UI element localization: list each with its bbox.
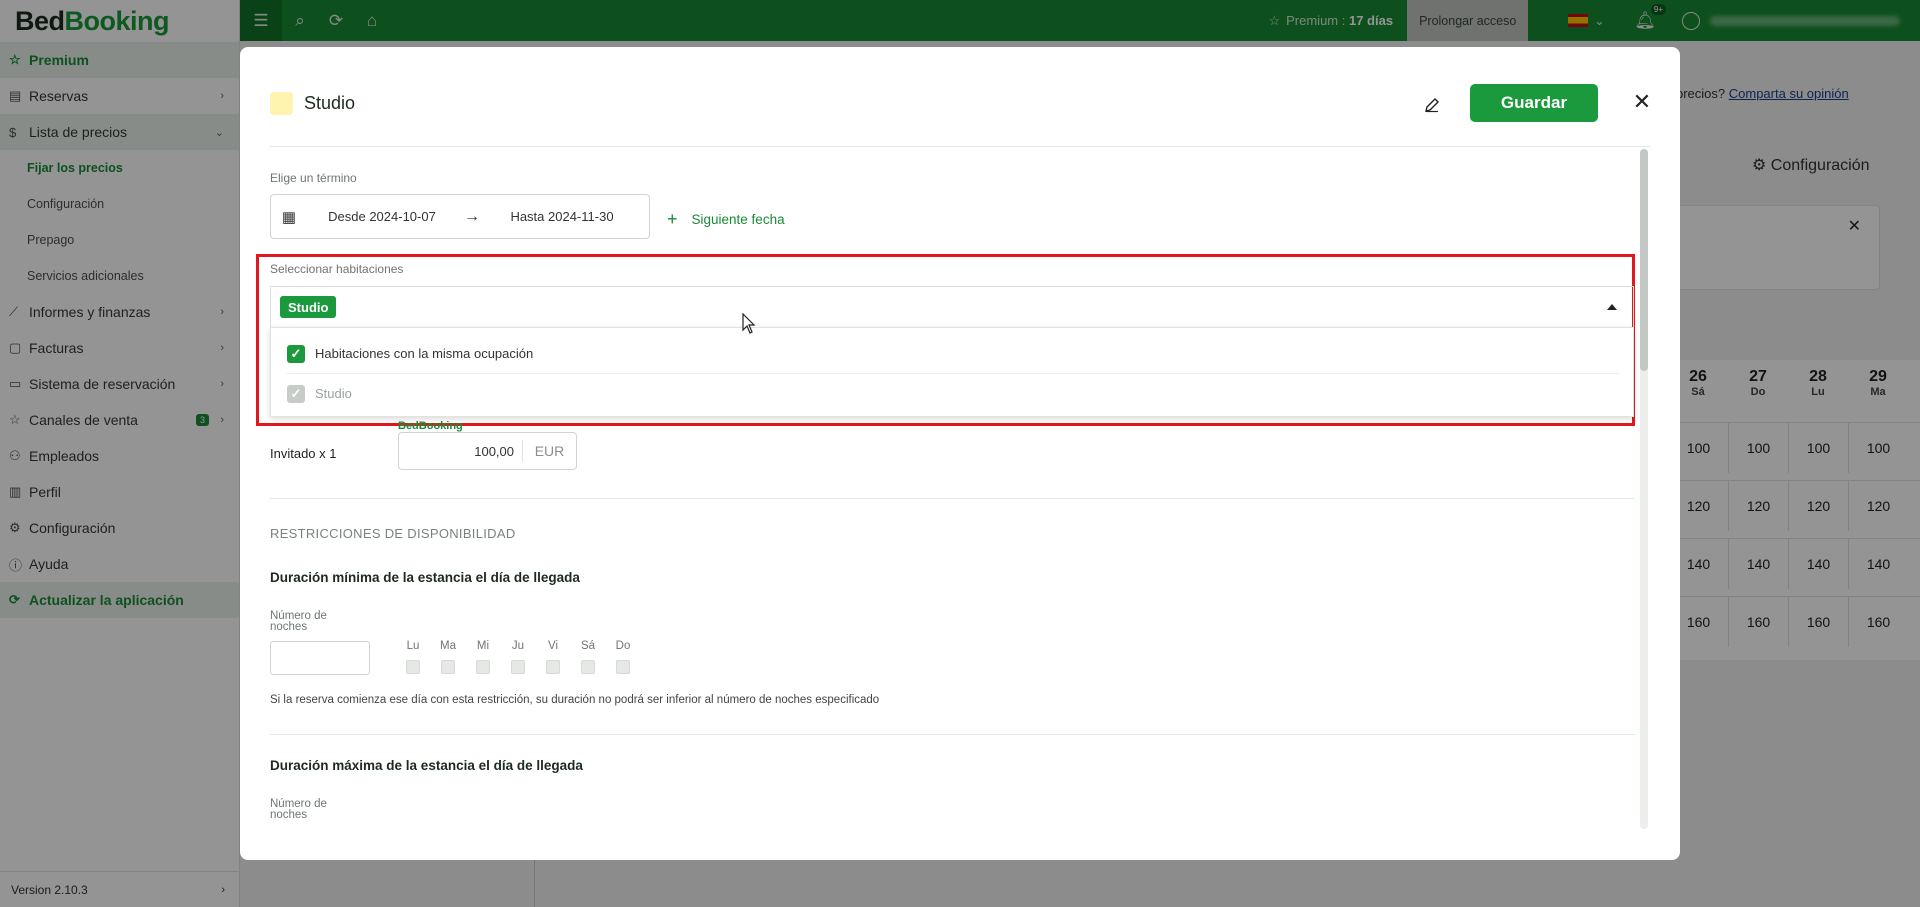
rooms-label: Seleccionar habitaciones bbox=[270, 262, 404, 276]
weekday: Vi bbox=[544, 640, 562, 674]
modal-header: Studio Guardar ✕ bbox=[240, 47, 1680, 147]
min-stay-hint: Si la reserva comienza ese día con esta … bbox=[270, 694, 880, 706]
weekday: Lu bbox=[404, 640, 422, 674]
to-date[interactable]: Hasta 2024-11-30 bbox=[487, 209, 637, 224]
divider bbox=[270, 146, 1650, 147]
weekday: Mi bbox=[474, 640, 492, 674]
price-input[interactable]: 100,00 EUR bbox=[398, 432, 577, 470]
weekday-label: Mi bbox=[476, 640, 490, 652]
min-stay-heading: Duración mínima de la estancia el día de… bbox=[270, 570, 580, 585]
dropdown-option[interactable]: ✓ Habitaciones con la misma ocupación bbox=[271, 334, 1635, 373]
arrow-right-icon: → bbox=[464, 207, 480, 225]
mouse-cursor-icon bbox=[742, 313, 756, 334]
weekday-label: Vi bbox=[547, 640, 559, 652]
dropdown-option[interactable]: ✓ Studio bbox=[271, 374, 1635, 413]
option-label: Habitaciones con la misma ocupación bbox=[315, 346, 534, 361]
weekday: Do bbox=[614, 640, 632, 674]
weekday-label: Ju bbox=[511, 640, 525, 652]
option-label: Studio bbox=[315, 386, 352, 401]
nights-label: Número de noches bbox=[270, 610, 327, 633]
weekday-checkbox[interactable] bbox=[476, 660, 490, 674]
section-caption: RESTRICCIONES DE DISPONIBILIDAD bbox=[270, 526, 516, 541]
weekday: Ju bbox=[509, 640, 527, 674]
checkbox-checked[interactable]: ✓ bbox=[287, 344, 305, 363]
scrollbar[interactable] bbox=[1640, 149, 1648, 829]
calendar-icon: ▦ bbox=[281, 208, 297, 226]
edit-icon[interactable] bbox=[1420, 93, 1444, 117]
weekday-checkbox[interactable] bbox=[581, 660, 595, 674]
weekday-checkbox[interactable] bbox=[616, 660, 630, 674]
weekday-checkbox[interactable] bbox=[441, 660, 455, 674]
scroll-thumb[interactable] bbox=[1640, 149, 1648, 371]
rooms-select[interactable]: Studio bbox=[270, 286, 1634, 328]
price-value[interactable]: 100,00 bbox=[399, 444, 522, 459]
next-date-label: Siguiente fecha bbox=[691, 212, 785, 227]
weekday-checkbox[interactable] bbox=[546, 660, 560, 674]
plus-icon: + bbox=[667, 209, 678, 229]
term-label: Elige un término bbox=[270, 171, 357, 185]
weekday-label: Ma bbox=[440, 640, 456, 652]
close-icon[interactable]: ✕ bbox=[1630, 89, 1654, 114]
channel-label: BedBooking bbox=[398, 420, 463, 432]
rooms-dropdown: ✓ Habitaciones con la misma ocupación ✓ … bbox=[270, 327, 1634, 417]
weekday-checkbox[interactable] bbox=[511, 660, 525, 674]
weekday-label: Do bbox=[615, 640, 631, 652]
min-nights-input[interactable] bbox=[270, 641, 370, 675]
date-range-picker[interactable]: ▦ Desde 2024-10-07 → Hasta 2024-11-30 bbox=[270, 194, 650, 239]
save-button[interactable]: Guardar bbox=[1470, 84, 1598, 122]
modal-title: Studio bbox=[304, 93, 356, 113]
checkbox-disabled: ✓ bbox=[287, 384, 305, 403]
caret-up-icon[interactable] bbox=[1607, 304, 1617, 310]
nights-label: Número de noches bbox=[270, 798, 327, 821]
weekday-checkboxes: Lu Ma Mi Ju Vi Sá Do bbox=[404, 640, 632, 674]
selected-room-chip[interactable]: Studio bbox=[280, 296, 337, 318]
weekday: Sá bbox=[579, 640, 597, 674]
max-stay-heading: Duración máxima de la estancia el día de… bbox=[270, 758, 583, 773]
weekday-label: Lu bbox=[406, 640, 420, 652]
currency-label: EUR bbox=[522, 440, 576, 462]
room-color-swatch bbox=[270, 92, 293, 115]
from-date[interactable]: Desde 2024-10-07 bbox=[307, 209, 457, 224]
divider bbox=[270, 498, 1635, 499]
weekday: Ma bbox=[439, 640, 457, 674]
guest-label: Invitado x 1 bbox=[270, 446, 337, 461]
divider bbox=[270, 734, 1635, 735]
weekday-label: Sá bbox=[580, 640, 596, 652]
weekday-checkbox[interactable] bbox=[406, 660, 420, 674]
next-date-button[interactable]: + Siguiente fecha bbox=[667, 209, 785, 230]
price-edit-modal: Studio Guardar ✕ Elige un término ▦ Desd… bbox=[240, 47, 1680, 860]
